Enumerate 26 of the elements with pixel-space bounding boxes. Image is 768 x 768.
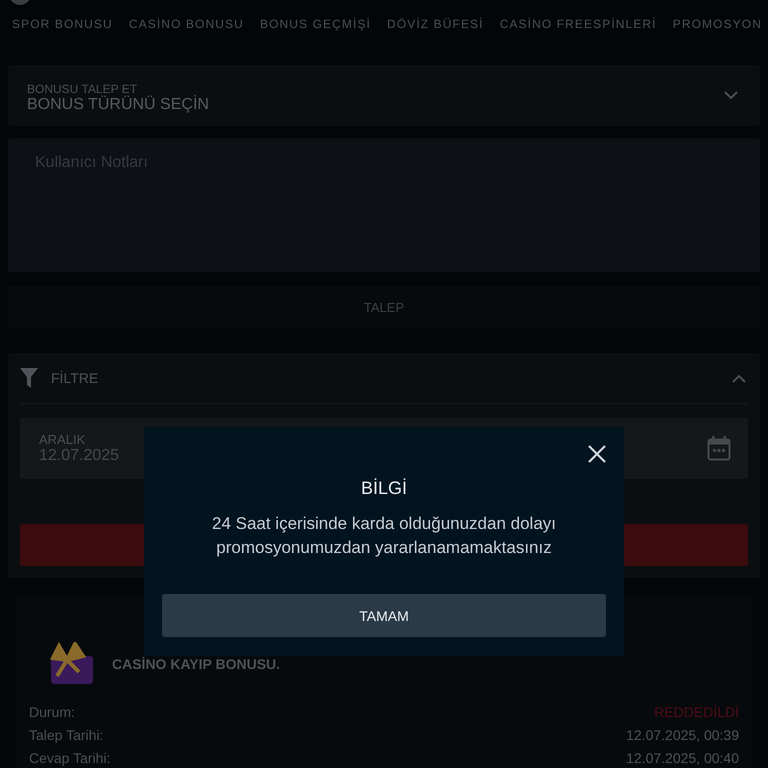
tab[interactable]: CASİNO BONUSU	[128, 15, 244, 33]
tab[interactable]: PROMOSYON	[672, 15, 762, 33]
select-value: BONUS TÜRÜNÜ SEÇİN	[27, 96, 209, 114]
filter-header[interactable]: FİLTRE	[20, 353, 748, 404]
ok-button[interactable]: TAMAM	[162, 594, 606, 637]
tab[interactable]: BONUS GEÇMİŞİ	[260, 15, 371, 33]
status-value: REDDEDİLDİ	[654, 704, 739, 720]
tab[interactable]: CASİNO FREESPİNLERİ	[500, 15, 657, 33]
chevron-up-icon	[732, 374, 746, 382]
bonus-title: CASİNO KAYIP BONUSU.	[112, 656, 280, 672]
row-value: 12.07.2025, 00:40	[626, 750, 739, 766]
bonus-select[interactable]: BONUSU TALEP ET BONUS TÜRÜNÜ SEÇİN	[8, 65, 760, 126]
calendar-icon	[707, 436, 731, 461]
close-icon[interactable]	[588, 445, 606, 463]
filter-title: FİLTRE	[51, 370, 100, 386]
select-label: BONUSU TALEP ET	[27, 82, 138, 96]
chevron-down-icon	[724, 91, 738, 100]
tab[interactable]: SPOR BONUSU	[12, 15, 113, 33]
filter-icon	[20, 368, 38, 388]
row-label: Cevap Tarihi:	[29, 750, 110, 766]
dialog-title: BİLGİ	[360, 478, 408, 499]
row-value: 12.07.2025, 00:39	[626, 726, 739, 742]
dialog-message: 24 Saat içerisinde karda olduğunuzdan dolayı promosyonumuzdan yararlanamamaktasınız	[210, 513, 558, 559]
row-label: Talep Tarihi:	[29, 726, 104, 742]
row-label: Durum:	[29, 704, 75, 720]
tab[interactable]: DÖVİZ BÜFESİ	[387, 15, 484, 33]
